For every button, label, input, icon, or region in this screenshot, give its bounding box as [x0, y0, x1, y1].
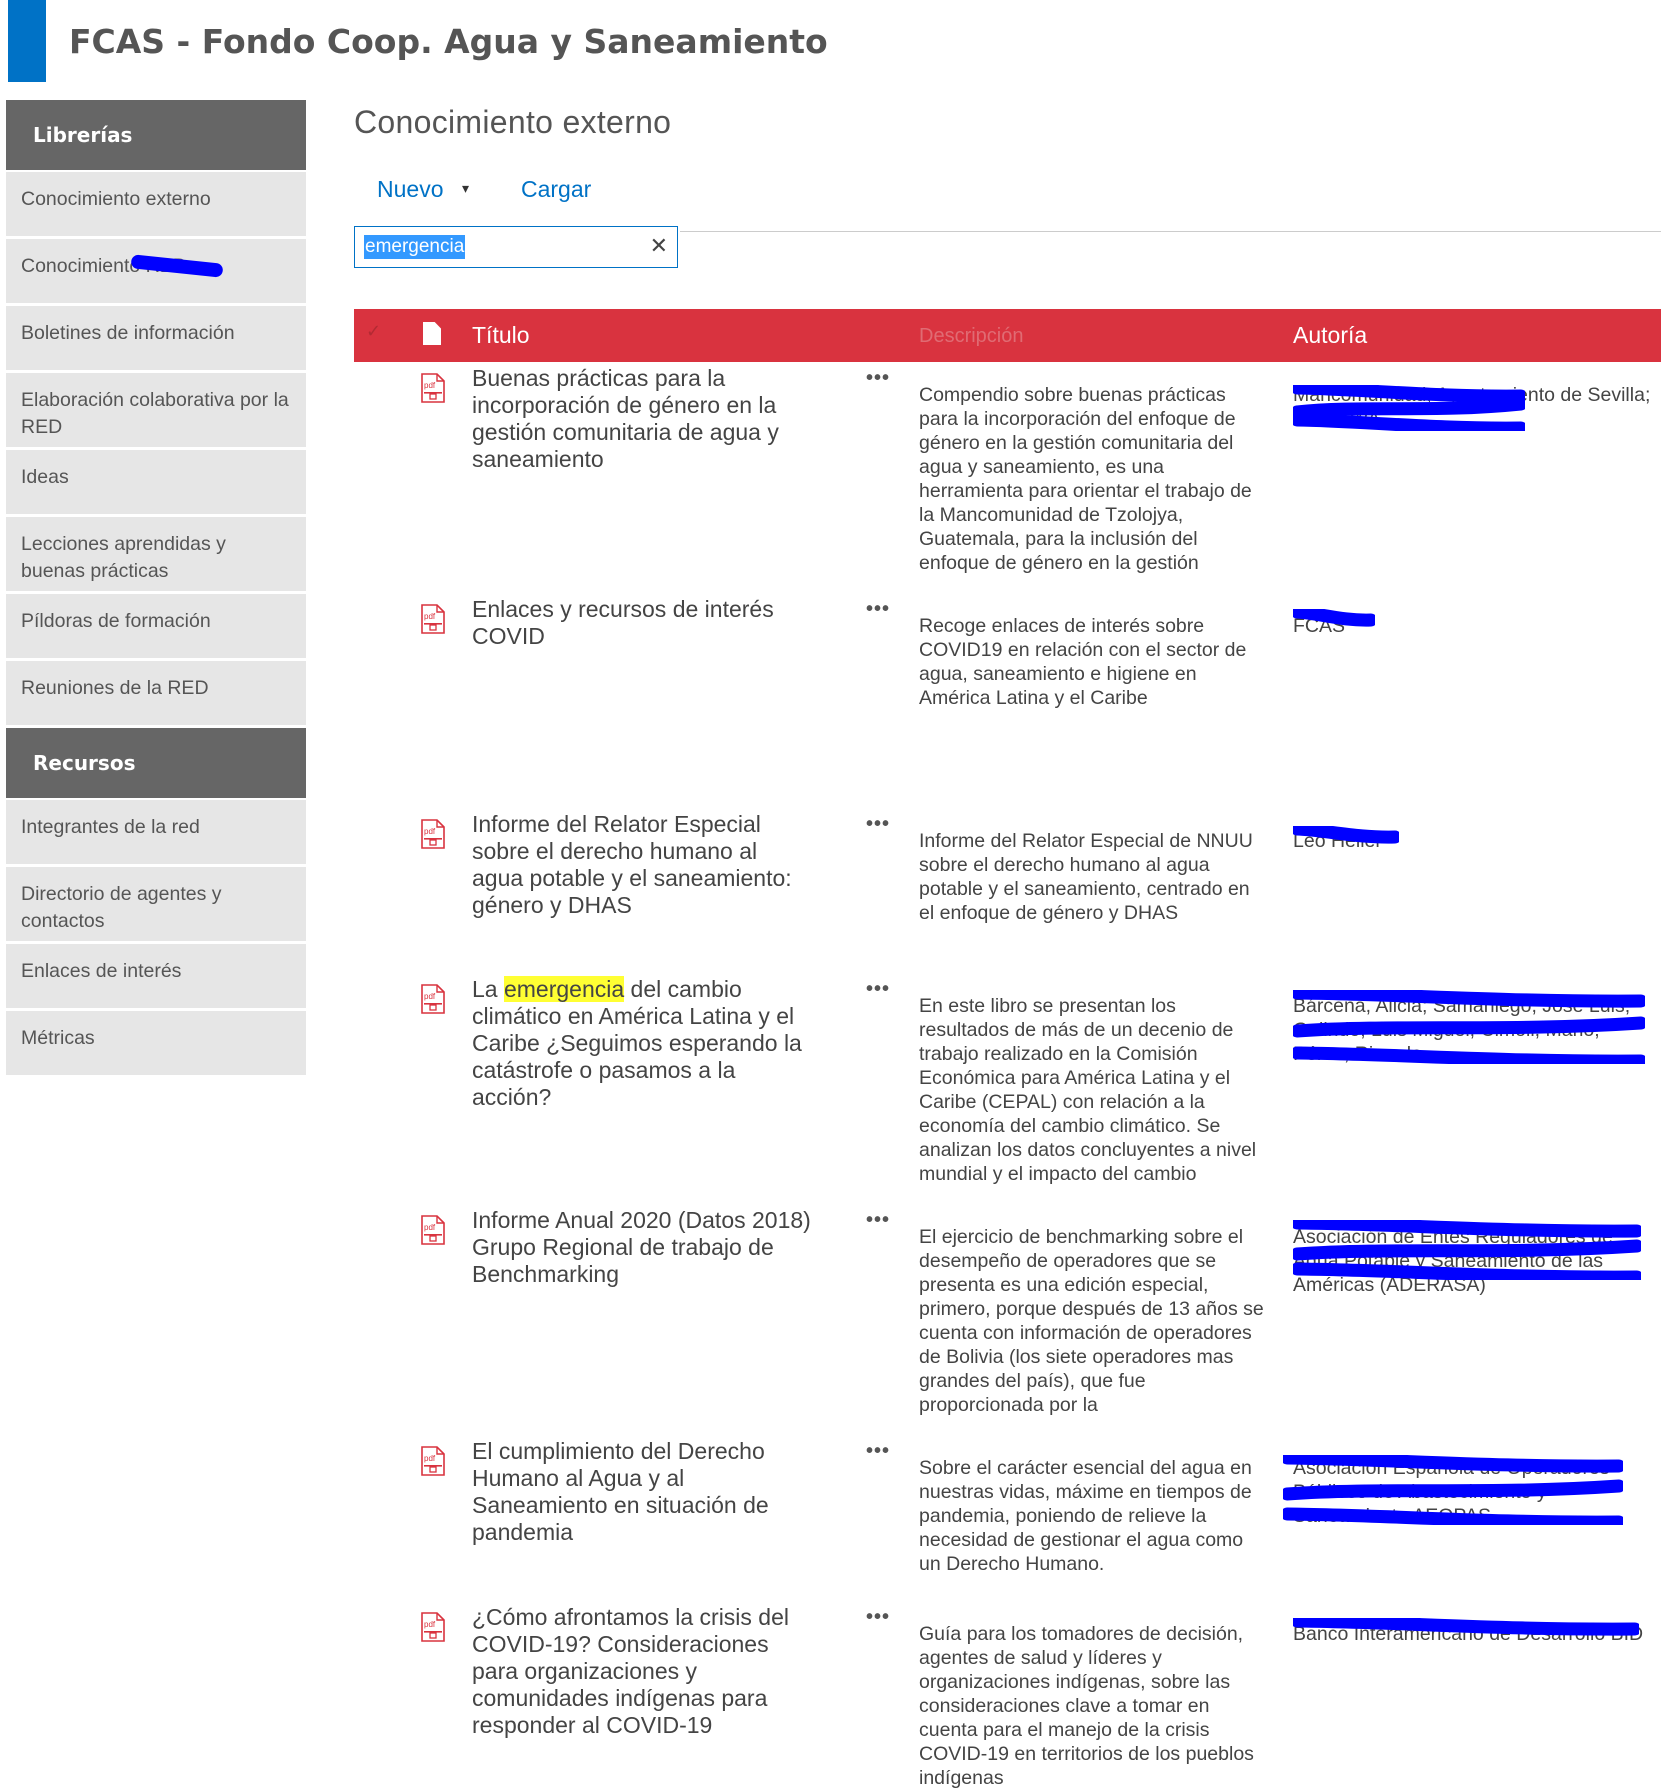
search-highlight: emergencia [503, 976, 625, 1002]
svg-text:pdf: pdf [424, 1454, 436, 1463]
svg-text:pdf: pdf [424, 1223, 436, 1232]
more-options-icon[interactable]: ••• [866, 813, 890, 836]
more-options-icon[interactable]: ••• [866, 1606, 890, 1629]
site-title[interactable]: FCAS - Fondo Coop. Agua y Saneamiento [69, 22, 828, 61]
row-author: FCAS [1293, 615, 1346, 637]
row-author: Bárcena, Alicia; Samaniego, José Luis; G… [1293, 995, 1631, 1065]
more-options-icon[interactable]: ••• [866, 598, 890, 621]
pdf-icon[interactable]: pdf [420, 1215, 446, 1245]
row-description: El ejercicio de benchmarking sobre el de… [919, 1226, 1264, 1416]
nav-header-recursos[interactable]: Recursos [6, 728, 306, 798]
upload-button[interactable]: Cargar [521, 176, 591, 203]
pdf-icon[interactable]: pdf [420, 1446, 446, 1476]
search-box[interactable]: emergencia ✕ [354, 226, 678, 268]
row-author: Banco Interamericano de Desarrollo BID [1293, 1623, 1644, 1645]
row-description: Sobre el carácter esencial del agua en n… [919, 1457, 1252, 1575]
row-title-link[interactable]: Informe Anual 2020 (Datos 2018) Grupo Re… [472, 1207, 812, 1288]
svg-text:pdf: pdf [424, 1620, 436, 1629]
more-options-icon[interactable]: ••• [866, 367, 890, 390]
list-header: ✓ Título Descripción Autoría [354, 309, 1661, 362]
row-title-link[interactable]: Enlaces y recursos de interés COVID [472, 596, 812, 650]
row-author: Mancomunidad; Ayuntamiento de Sevilla; O… [1293, 384, 1651, 430]
column-header-title[interactable]: Título [472, 322, 530, 349]
nav-header-libraries[interactable]: Librerías [6, 100, 306, 170]
quick-launch-nav: Librerías Conocimiento externo Conocimie… [6, 100, 306, 1075]
nav-item-conocimiento-red[interactable]: Conocimiento RED [6, 239, 306, 303]
nav-item-lecciones-aprendidas[interactable]: Lecciones aprendidas y buenas prácticas [6, 517, 306, 591]
row-description: Recoge enlaces de interés sobre COVID19 … [919, 615, 1247, 709]
page-title: Conocimiento externo [354, 104, 672, 140]
nav-item-metricas[interactable]: Métricas [6, 1011, 306, 1075]
row-title-link[interactable]: El cumplimiento del Derecho Humano al Ag… [472, 1438, 812, 1546]
new-button[interactable]: Nuevo [377, 176, 443, 203]
pdf-icon[interactable]: pdf [420, 984, 446, 1014]
pdf-icon[interactable]: pdf [420, 373, 446, 403]
row-author: Léo Heller [1293, 830, 1382, 852]
close-icon[interactable]: ✕ [650, 233, 668, 259]
select-all-check-icon[interactable]: ✓ [366, 321, 381, 342]
pdf-icon[interactable]: pdf [420, 1612, 446, 1642]
row-description: Compendio sobre buenas prácticas para la… [919, 384, 1252, 574]
row-title-link[interactable]: ¿Cómo afrontamos la crisis del COVID-19?… [472, 1604, 812, 1739]
brand-bar [8, 0, 46, 82]
row-title-link[interactable]: La emergencia del cambio climático en Am… [472, 976, 812, 1111]
more-options-icon[interactable]: ••• [866, 1440, 890, 1463]
column-header-author[interactable]: Autoría [1293, 322, 1367, 349]
row-description: Informe del Relator Especial de NNUU sob… [919, 830, 1253, 924]
document-type-icon[interactable] [423, 322, 441, 345]
svg-text:pdf: pdf [424, 827, 436, 836]
title-text: La [472, 976, 504, 1002]
row-title-link[interactable]: Buenas prácticas para la incorporación d… [472, 365, 812, 473]
more-options-icon[interactable]: ••• [866, 1209, 890, 1232]
nav-item-integrantes[interactable]: Integrantes de la red [6, 800, 306, 864]
row-description: Guía para los tomadores de decisión, age… [919, 1623, 1254, 1789]
nav-item-enlaces[interactable]: Enlaces de interés [6, 944, 306, 1008]
nav-item-elaboracion-colaborativa[interactable]: Elaboración colaborativa por la RED [6, 373, 306, 447]
svg-text:pdf: pdf [424, 381, 436, 390]
pdf-icon[interactable]: pdf [420, 604, 446, 634]
column-header-description[interactable]: Descripción [919, 325, 1023, 348]
row-author: Asociación Española de Operadores Públic… [1293, 1457, 1610, 1527]
nav-item-directorio[interactable]: Directorio de agentes y contactos [6, 867, 306, 941]
nav-item-pildoras-formacion[interactable]: Píldoras de formación [6, 594, 306, 658]
nav-item-ideas[interactable]: Ideas [6, 450, 306, 514]
row-author: Asociación de Entes Reguladores de Agua … [1293, 1226, 1613, 1296]
nav-item-reuniones-red[interactable]: Reuniones de la RED [6, 661, 306, 725]
row-description: En este libro se presentan los resultado… [919, 995, 1257, 1185]
chevron-down-icon[interactable]: ▾ [462, 180, 469, 197]
svg-text:pdf: pdf [424, 992, 436, 1001]
nav-item-boletines[interactable]: Boletines de información [6, 306, 306, 370]
more-options-icon[interactable]: ••• [866, 978, 890, 1001]
pdf-icon[interactable]: pdf [420, 819, 446, 849]
svg-text:pdf: pdf [424, 612, 436, 621]
row-title-link[interactable]: Informe del Relator Especial sobre el de… [472, 811, 812, 919]
nav-item-conocimiento-externo[interactable]: Conocimiento externo [6, 172, 306, 236]
search-input[interactable]: emergencia [364, 235, 466, 259]
command-bar-divider [680, 231, 1661, 232]
